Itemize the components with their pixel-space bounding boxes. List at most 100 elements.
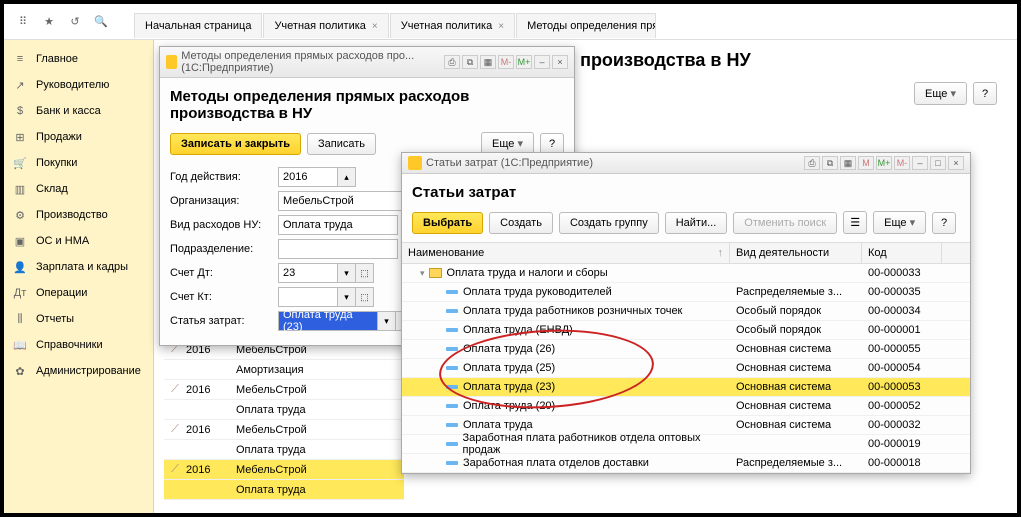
sidebar-item[interactable]: ↗ Руководителю <box>4 72 153 98</box>
find-button[interactable]: Найти... <box>665 212 728 234</box>
m-plus-icon[interactable]: M+ <box>876 156 892 170</box>
print-icon[interactable]: ⎙ <box>804 156 820 170</box>
table-row[interactable]: Амортизация <box>164 360 404 380</box>
sidebar-icon: ▥ <box>12 181 28 197</box>
year-label: Год действия: <box>170 171 278 183</box>
dt-input[interactable] <box>278 263 338 283</box>
sidebar-item[interactable]: ⚙Производство <box>4 202 153 228</box>
sidebar-item-label: Руководителю <box>36 79 109 91</box>
table-row[interactable]: Оплата труда (ЕНВД)Особый порядок00-0000… <box>402 321 970 340</box>
table-row[interactable]: Заработная плата отделов доставкиРаспред… <box>402 454 970 473</box>
print-icon[interactable]: ⎙ <box>444 55 460 69</box>
tool-icon[interactable]: ▦ <box>840 156 856 170</box>
close-icon[interactable]: × <box>552 55 568 69</box>
table-row[interactable]: Оплата труда <box>164 440 404 460</box>
cancel-find-button[interactable]: Отменить поиск <box>733 212 837 234</box>
sidebar-item[interactable]: ≡Главное <box>4 46 153 72</box>
sidebar-item-label: Производство <box>36 209 108 221</box>
dropdown-icon[interactable]: ▾ <box>378 311 396 331</box>
close-icon[interactable]: × <box>948 156 964 170</box>
maximize-icon[interactable]: □ <box>930 156 946 170</box>
create-group-button[interactable]: Создать группу <box>559 212 659 234</box>
select-button[interactable]: Выбрать <box>412 212 483 234</box>
sidebar-icon: ↗ <box>12 77 28 93</box>
open-icon[interactable]: ⬚ <box>356 263 374 283</box>
row-activity: Основная система <box>730 400 862 412</box>
help-button[interactable]: ? <box>932 212 956 234</box>
table-row[interactable]: Оплата труда работников розничных точекО… <box>402 302 970 321</box>
m-icon[interactable]: M <box>858 156 874 170</box>
copy-icon[interactable]: ⧉ <box>822 156 838 170</box>
sidebar-item[interactable]: ▣ОС и НМА <box>4 228 153 254</box>
item-icon <box>446 423 458 427</box>
tab-home[interactable]: Начальная страница <box>134 13 262 38</box>
table-row[interactable]: Заработная плата работников отдела оптов… <box>402 435 970 454</box>
sidebar-item[interactable]: ▥Склад <box>4 176 153 202</box>
m-plus-icon[interactable]: M+ <box>516 55 532 69</box>
dropdown-icon[interactable]: ▾ <box>338 287 356 307</box>
more-button[interactable]: Еще <box>873 211 926 234</box>
table-row[interactable]: ⟋2016МебельСтрой <box>164 420 404 440</box>
minimize-icon[interactable]: – <box>912 156 928 170</box>
table-row[interactable]: Оплата труда (25)Основная система00-0000… <box>402 359 970 378</box>
sidebar-item[interactable]: ДтОперации <box>4 280 153 306</box>
table-row[interactable]: Оплата труда <box>164 400 404 420</box>
tab-methods[interactable]: Методы определения прямых расходов произ… <box>516 13 656 38</box>
table-row[interactable]: Оплата труда руководителейРаспределяемые… <box>402 283 970 302</box>
sidebar-item-label: Администрирование <box>36 365 141 377</box>
close-icon[interactable]: × <box>372 21 378 32</box>
dropdown-icon[interactable]: ▾ <box>338 263 356 283</box>
col-name[interactable]: Наименование ↑ <box>402 243 730 263</box>
table-row[interactable]: Оплата труда (23)Основная система00-0000… <box>402 378 970 397</box>
type-input[interactable] <box>278 215 398 235</box>
kt-input[interactable] <box>278 287 338 307</box>
save-button[interactable]: Записать <box>307 133 376 155</box>
table-row[interactable]: ⟋2016МебельСтрой <box>164 460 404 480</box>
table-row[interactable]: Оплата труда <box>164 480 404 500</box>
dept-input[interactable] <box>278 239 398 259</box>
row-code: 00-000034 <box>862 305 942 317</box>
sidebar-item[interactable]: 🛒Покупки <box>4 150 153 176</box>
table-row[interactable]: ⟋2016МебельСтрой <box>164 380 404 400</box>
dialog-title-text: Методы определения прямых расходов про..… <box>181 50 444 74</box>
table-row[interactable]: ▾Оплата труда и налоги и сборы00-000033 <box>402 264 970 283</box>
sidebar-icon: ⊞ <box>12 129 28 145</box>
help-button[interactable]: ? <box>973 82 997 105</box>
dialog-titlebar[interactable]: Методы определения прямых расходов про..… <box>160 47 574 78</box>
close-icon[interactable]: × <box>498 21 504 32</box>
article-input[interactable]: Оплата труда (23) <box>278 311 378 331</box>
table-row[interactable]: Оплата труда (20)Основная система00-0000… <box>402 397 970 416</box>
row-name: Оплата труда и налоги и сборы <box>447 267 608 279</box>
sidebar-item[interactable]: ✿Администрирование <box>4 358 153 384</box>
more-button[interactable]: Еще <box>914 82 967 105</box>
dialog-cost-items: Статьи затрат (1С:Предприятие) ⎙ ⧉ ▦ M M… <box>401 152 971 474</box>
sidebar-icon: 🛒 <box>12 155 28 171</box>
m-minus-icon[interactable]: M- <box>894 156 910 170</box>
sidebar-item[interactable]: 👤Зарплата и кадры <box>4 254 153 280</box>
tool-icon[interactable]: ▦ <box>480 55 496 69</box>
dialog-heading: Методы определения прямых расходов произ… <box>170 88 564 122</box>
tab-policy-1[interactable]: Учетная политика× <box>263 13 388 38</box>
year-input[interactable] <box>278 167 338 187</box>
sidebar-item[interactable]: 📖Справочники <box>4 332 153 358</box>
sidebar-item[interactable]: $Банк и касса <box>4 98 153 124</box>
m-minus-icon[interactable]: M- <box>498 55 514 69</box>
sidebar-item[interactable]: ⊞Продажи <box>4 124 153 150</box>
create-button[interactable]: Создать <box>489 212 553 234</box>
col-activity[interactable]: Вид деятельности <box>730 243 862 263</box>
dialog-titlebar[interactable]: Статьи затрат (1С:Предприятие) ⎙ ⧉ ▦ M M… <box>402 153 970 174</box>
app-icon <box>166 55 177 69</box>
sidebar-icon: 👤 <box>12 259 28 275</box>
spin-up-icon[interactable]: ▴ <box>338 167 356 187</box>
tab-policy-2[interactable]: Учетная политика× <box>390 13 515 38</box>
sidebar-icon: ⫼ <box>12 311 28 327</box>
sidebar-item[interactable]: ⫼Отчеты <box>4 306 153 332</box>
open-icon[interactable]: ⬚ <box>356 287 374 307</box>
sidebar: ≡Главное ↗ Руководителю $Банк и касса⊞Прода… <box>4 40 154 513</box>
table-row[interactable]: Оплата труда (26)Основная система00-0000… <box>402 340 970 359</box>
list-mode-icon[interactable]: ☰ <box>843 211 867 234</box>
col-code[interactable]: Код <box>862 243 942 263</box>
minimize-icon[interactable]: – <box>534 55 550 69</box>
save-close-button[interactable]: Записать и закрыть <box>170 133 301 155</box>
copy-icon[interactable]: ⧉ <box>462 55 478 69</box>
